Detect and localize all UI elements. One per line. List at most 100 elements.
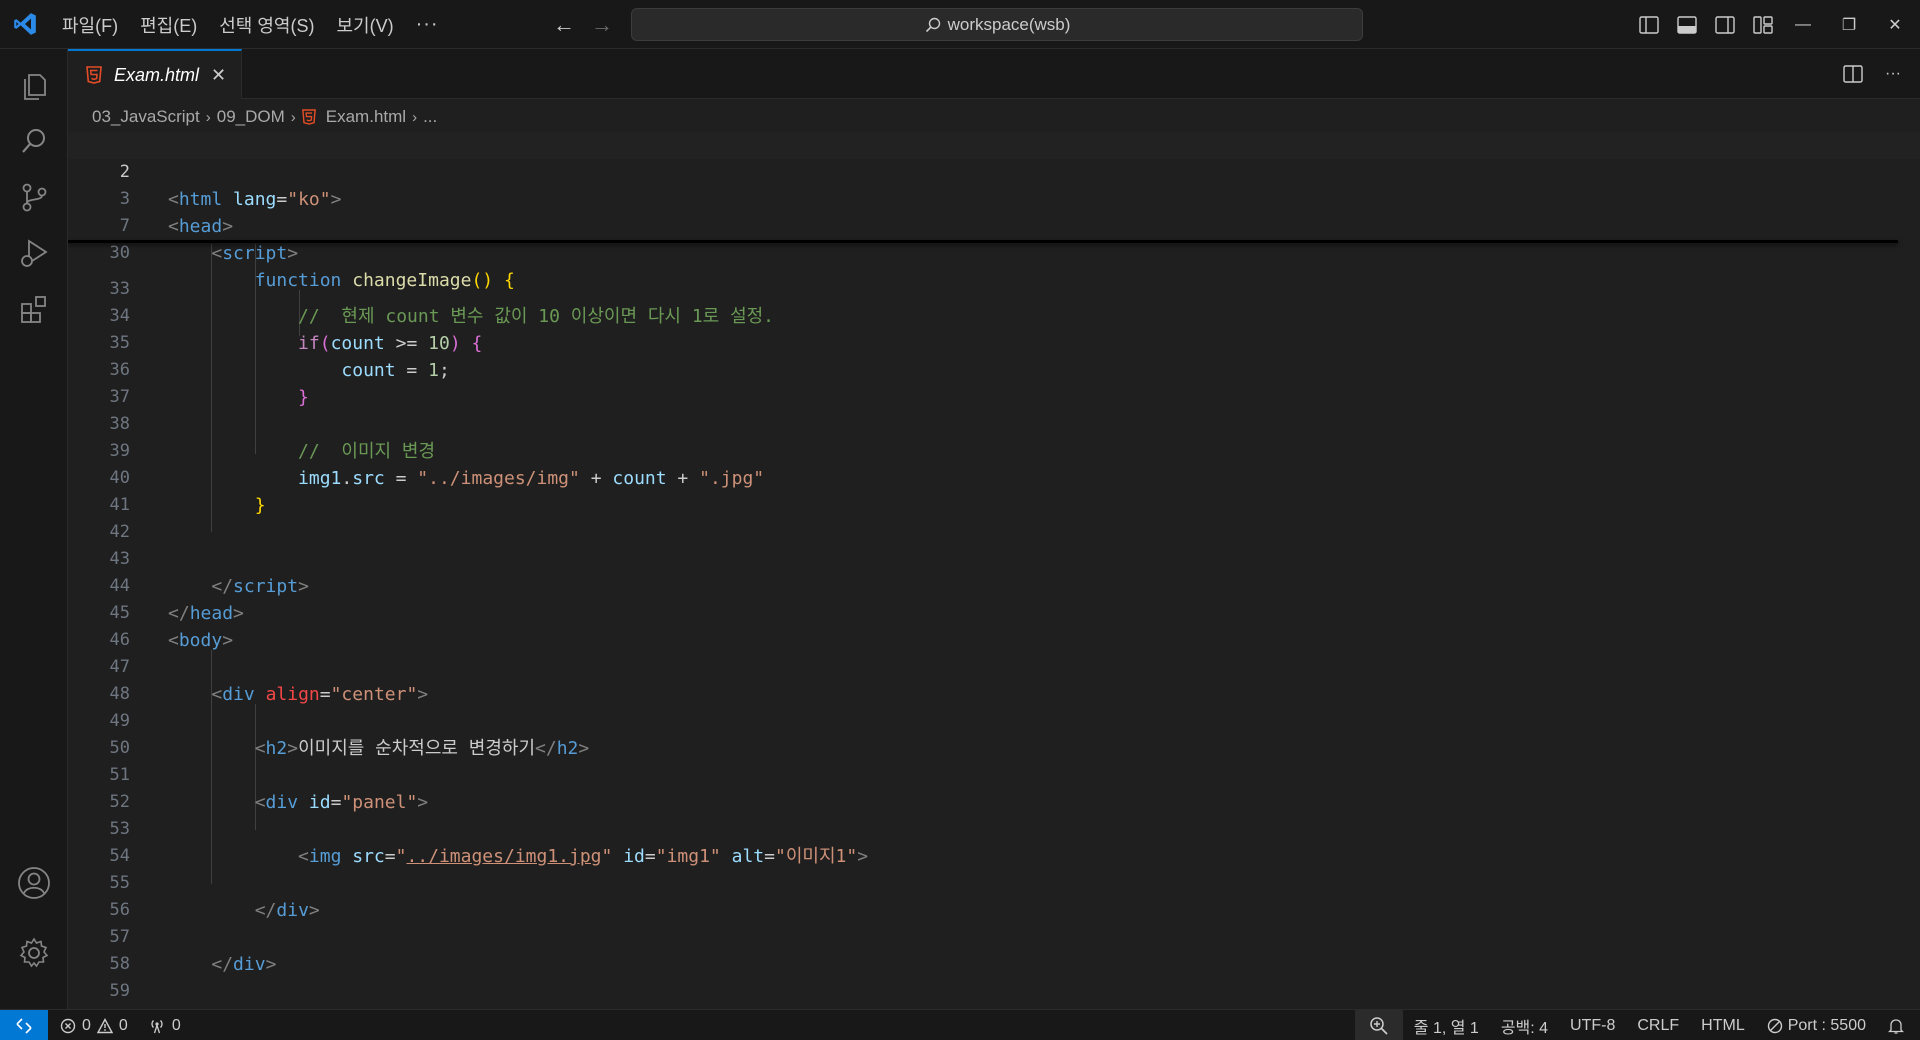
toggle-secondary-sidebar-icon[interactable] xyxy=(1712,12,1738,38)
breadcrumb: 03_JavaScript › 09_DOM › Exam.html › ... xyxy=(92,104,437,130)
code-line: 7 <script> xyxy=(119,216,299,264)
layout-controls xyxy=(1636,12,1788,38)
code-line: 56 xyxy=(109,900,130,920)
navigation-arrows: ← → xyxy=(550,12,626,38)
forward-arrow-icon[interactable]: → xyxy=(588,12,616,38)
window-controls: — ❐ ✕ xyxy=(1780,0,1918,49)
menu-view[interactable]: 보기(V) xyxy=(336,12,393,38)
code-line: 48 xyxy=(109,684,130,704)
code-line: 47 <div align="center"> xyxy=(109,657,429,705)
close-window-icon[interactable]: ✕ xyxy=(1872,15,1918,35)
warning-count: 0 xyxy=(118,1016,128,1034)
close-icon[interactable]: ✕ xyxy=(211,65,226,86)
menu-bar: 파일(F) 편집(E) 선택 영역(S) 보기(V) ··· xyxy=(62,0,461,49)
no-entry-icon xyxy=(1767,1018,1782,1033)
cursor-position[interactable]: 줄 1, 열 1 xyxy=(1414,1014,1479,1038)
chevron-right-icon: › xyxy=(412,108,418,126)
code-line: 55 </div> xyxy=(109,873,320,921)
port-label: Port : 5500 xyxy=(1787,1016,1866,1034)
breadcrumb-folder-javascript[interactable]: 03_JavaScript xyxy=(92,107,200,127)
code-line: 30 function changeImage() { xyxy=(109,243,515,291)
search-icon xyxy=(925,17,940,32)
code-line: 40 } xyxy=(109,468,266,516)
chevron-right-icon: › xyxy=(205,108,211,126)
back-arrow-icon[interactable]: ← xyxy=(550,12,578,38)
code-line: 45 <body> xyxy=(109,603,234,651)
code-line: 3 <head> xyxy=(119,189,234,237)
code-line: 51 <div id="panel"> xyxy=(109,765,429,813)
command-center-label: workspace(wsb) xyxy=(947,14,1071,34)
accounts-icon[interactable] xyxy=(14,863,54,903)
remote-indicator-icon[interactable] xyxy=(0,1010,48,1040)
search-view-icon[interactable] xyxy=(14,121,54,161)
source-control-icon[interactable] xyxy=(14,177,54,217)
live-server-port[interactable]: Port : 5500 xyxy=(1767,1017,1866,1035)
extensions-icon[interactable] xyxy=(14,289,54,329)
code-line: 49 <h2>이미지를 순차적으로 변경하기</h2> xyxy=(109,711,590,759)
html-file-icon xyxy=(86,66,102,84)
code-line: 59 </body> xyxy=(109,981,130,1001)
code-line: 50 xyxy=(109,738,130,758)
file-encoding[interactable]: UTF-8 xyxy=(1570,1017,1615,1035)
editor-tab-bar: Exam.html ✕ ··· xyxy=(68,49,1920,99)
error-icon xyxy=(60,1018,76,1034)
code-line: 52 xyxy=(109,792,130,812)
manage-gear-icon[interactable] xyxy=(14,933,54,973)
language-mode[interactable]: HTML xyxy=(1701,1017,1745,1035)
code-line: 34 if(count >= 10) { xyxy=(109,306,483,354)
tab-title: Exam.html xyxy=(114,64,200,85)
more-actions-icon[interactable]: ··· xyxy=(1880,62,1906,86)
code-line: 35 count = 1; xyxy=(109,333,450,381)
code-line: 42 xyxy=(109,522,130,542)
ports-broadcast-icon xyxy=(148,1018,166,1034)
code-line: 54 xyxy=(109,846,130,866)
end-of-line[interactable]: CRLF xyxy=(1637,1017,1679,1035)
warning-icon xyxy=(96,1017,113,1034)
activity-bar xyxy=(0,49,68,1009)
error-count: 0 xyxy=(82,1016,91,1034)
zoom-icon[interactable] xyxy=(1354,1010,1403,1040)
menu-edit[interactable]: 편집(E) xyxy=(140,12,197,38)
ports-count: 0 xyxy=(171,1016,181,1034)
code-line: 57 </div> xyxy=(109,927,277,975)
code-line: 39 img1.src = "../images/img" + count + … xyxy=(109,441,765,489)
minimize-icon[interactable]: — xyxy=(1780,16,1826,34)
notifications-bell-icon[interactable] xyxy=(1888,1017,1904,1035)
menu-more-icon[interactable]: ··· xyxy=(416,13,439,36)
menu-selection[interactable]: 선택 영역(S) xyxy=(219,12,314,38)
code-line: 2 <html lang="ko"> xyxy=(68,132,1920,210)
problems-indicator[interactable]: 0 0 0 xyxy=(60,1010,187,1040)
code-line: 36 } xyxy=(109,360,309,408)
command-center-search[interactable]: workspace(wsb) xyxy=(631,8,1363,41)
code-line: 43 </script> xyxy=(109,549,309,597)
code-line: 44 </head> xyxy=(109,576,244,624)
sticky-scroll-divider xyxy=(68,240,1898,243)
toggle-panel-icon[interactable] xyxy=(1674,12,1700,38)
toggle-primary-sidebar-icon[interactable] xyxy=(1636,12,1662,38)
split-editor-icon[interactable] xyxy=(1840,62,1866,86)
restore-icon[interactable]: ❐ xyxy=(1826,15,1872,35)
code-editor[interactable]: 2 <html lang="ko"> 3 <head> 7 <script> 3… xyxy=(68,132,1920,1008)
chevron-right-icon: › xyxy=(290,108,296,126)
code-line: 58 xyxy=(109,954,130,974)
breadcrumb-file[interactable]: Exam.html xyxy=(326,107,406,127)
html-file-icon xyxy=(301,109,316,125)
code-line: 53 <img src="../images/img1.jpg" id="img… xyxy=(109,819,869,867)
code-line: 41 xyxy=(109,495,130,515)
status-bar-right: 줄 1, 열 1 공백: 4 UTF-8 CRLF HTML Port : 55… xyxy=(1354,1010,1920,1040)
breadcrumb-symbol[interactable]: ... xyxy=(423,107,437,127)
breadcrumb-folder-dom[interactable]: 09_DOM xyxy=(217,107,285,127)
indentation-setting[interactable]: 공백: 4 xyxy=(1501,1014,1548,1038)
explorer-icon[interactable] xyxy=(14,65,54,105)
vscode-logo-icon[interactable] xyxy=(12,11,38,37)
code-line: 60 </html> xyxy=(68,978,1920,1005)
customize-layout-icon[interactable] xyxy=(1750,12,1776,38)
status-bar: 0 0 0 줄 1, 열 1 공백: 4 UTF-8 CRLF HTML Por… xyxy=(0,1009,1920,1040)
code-line: 33 // 현제 count 변수 값이 10 이상이면 다시 1로 설정. xyxy=(109,279,775,327)
tab-exam-html[interactable]: Exam.html ✕ xyxy=(68,49,242,99)
menu-file[interactable]: 파일(F) xyxy=(62,12,118,38)
code-line: 37 xyxy=(109,387,130,407)
run-debug-icon[interactable] xyxy=(14,233,54,273)
code-line: 46 xyxy=(109,630,130,650)
title-bar: 파일(F) 편집(E) 선택 영역(S) 보기(V) ··· ← → works… xyxy=(0,0,1920,49)
